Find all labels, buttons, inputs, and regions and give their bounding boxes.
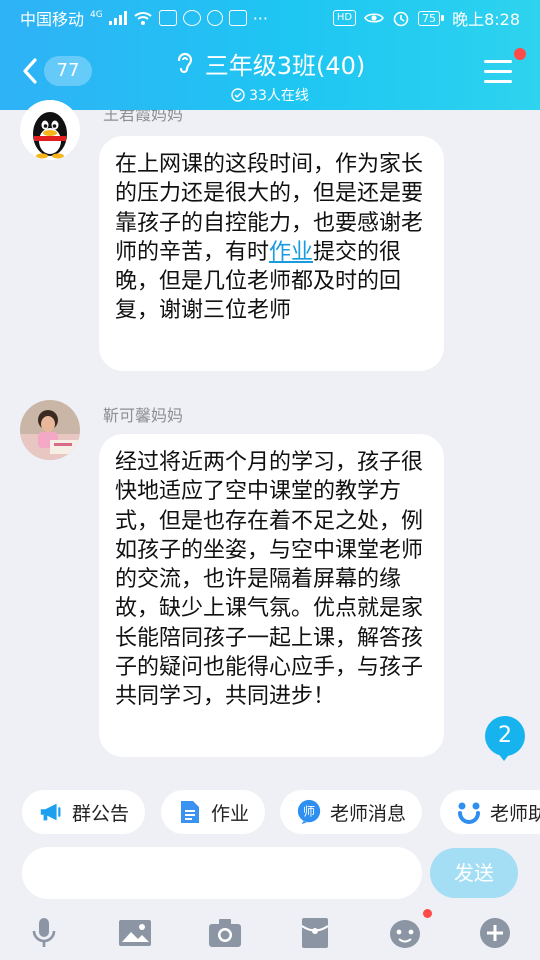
app-notify-icon <box>182 10 201 26</box>
microphone-icon[interactable] <box>22 911 66 955</box>
app-notify-icon <box>206 10 223 26</box>
people-icon <box>456 799 482 825</box>
camera-icon[interactable] <box>203 911 247 955</box>
message-bubble[interactable]: 在上网课的这段时间，作为家长的压力还是很大的，但是还是要靠孩子的自控能力，也要感… <box>99 136 444 371</box>
chip-label: 作业 <box>211 802 250 825</box>
group-announcement-chip[interactable]: 群公告 <box>22 790 146 834</box>
child-photo-avatar <box>20 400 80 460</box>
avatar[interactable] <box>20 100 80 160</box>
battery-level: 75 <box>418 10 441 26</box>
emoji-icon[interactable] <box>383 911 427 955</box>
quick-actions-bar: 群公告 作业 师 老师消息 老师助 <box>0 790 540 836</box>
app-notify-icon <box>228 10 247 26</box>
notification-dot <box>514 48 526 60</box>
image-icon[interactable] <box>113 911 157 955</box>
chip-label: 群公告 <box>72 802 130 825</box>
app-notify-icon <box>158 10 177 26</box>
teacher-icon: 师 <box>296 799 322 825</box>
input-toolbar <box>0 905 540 960</box>
chip-label: 老师消息 <box>330 802 407 825</box>
network-label: 4G <box>90 10 103 20</box>
page-title: 三年级3班(40) <box>204 52 366 80</box>
signal-icon <box>108 11 127 25</box>
new-messages-badge-tail <box>497 752 511 761</box>
status-bar: 中国移动 4G ··· HD 75 晚上8:28 <box>0 0 540 36</box>
chat-header: 77 三年级3班(40) 33人在线 <box>0 36 540 110</box>
penguin-avatar-icon <box>20 100 80 160</box>
menu-button[interactable] <box>484 60 512 90</box>
chat-title-area[interactable]: 三年级3班(40) 33人在线 <box>0 46 540 106</box>
wifi-icon <box>134 12 152 25</box>
message-text: 经过将近两个月的学习，孩子很快地适应了空中课堂的教学方式，但是也存在着不足之处，… <box>115 450 424 710</box>
eye-icon <box>364 13 384 23</box>
top-bar: 中国移动 4G ··· HD 75 晚上8:28 77 三年级3班(40) 33… <box>0 0 540 110</box>
megaphone-icon <box>38 799 64 825</box>
message-input[interactable] <box>22 847 422 899</box>
message-bubble[interactable]: 经过将近两个月的学习，孩子很快地适应了空中课堂的教学方式，但是也存在着不足之处，… <box>99 434 444 757</box>
online-count: 33人在线 <box>249 88 309 104</box>
plus-icon[interactable] <box>473 911 517 955</box>
svg-text:师: 师 <box>303 805 315 819</box>
carrier-label: 中国移动 <box>20 10 85 29</box>
document-icon <box>177 799 203 825</box>
new-messages-badge[interactable]: 2 <box>485 716 525 756</box>
avatar[interactable] <box>20 400 80 460</box>
notification-dot <box>423 909 432 918</box>
sender-name: 靳可馨妈妈 <box>103 406 184 425</box>
alarm-icon <box>393 11 409 27</box>
send-button[interactable]: 发送 <box>430 848 518 898</box>
hd-icon: HD <box>332 10 357 26</box>
clock: 晚上8:28 <box>452 10 520 29</box>
red-packet-icon[interactable] <box>293 911 337 955</box>
more-notifications: ··· <box>252 8 268 28</box>
homework-chip[interactable]: 作业 <box>161 790 266 834</box>
teacher-messages-chip[interactable]: 师 老师消息 <box>280 790 423 834</box>
battery-icon: 75 <box>418 10 445 26</box>
ear-icon <box>177 52 192 73</box>
teacher-assistant-chip[interactable]: 老师助 <box>440 790 540 834</box>
check-circle-icon <box>231 88 245 102</box>
chip-label: 老师助 <box>490 802 540 825</box>
homework-link[interactable]: 作业 <box>269 240 313 265</box>
